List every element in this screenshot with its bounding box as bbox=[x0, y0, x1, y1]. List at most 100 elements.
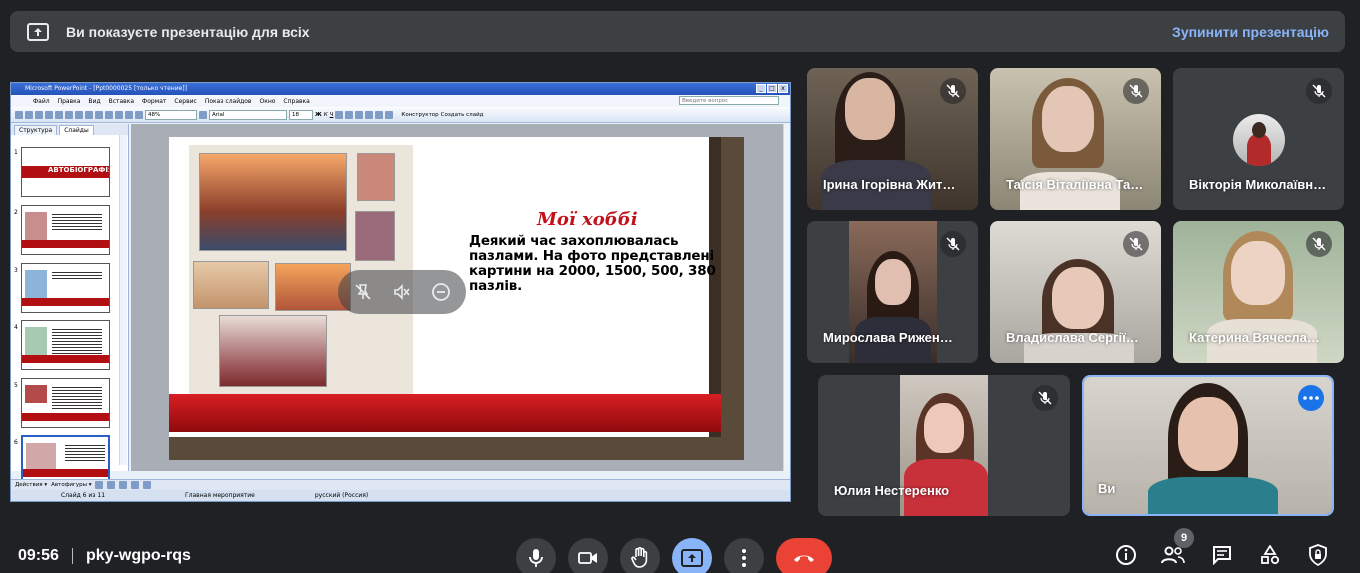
font-size-field: 18 bbox=[289, 109, 313, 120]
thumb-number: 2 bbox=[14, 209, 18, 216]
ppt-window-title: Microsoft PowerPoint - [Ppt0000025 [толь… bbox=[25, 85, 187, 92]
participant-count-badge: 9 bbox=[1174, 528, 1194, 548]
ppt-toolbar: 48% Arial 18 Ж К Ч Конструктор Создать с… bbox=[11, 107, 790, 123]
activities-icon[interactable] bbox=[1258, 543, 1282, 567]
mic-off-icon bbox=[940, 231, 966, 257]
chart-icon bbox=[125, 110, 133, 119]
participant-name: Владислава Сергії… bbox=[1006, 330, 1139, 345]
more-options-icon[interactable] bbox=[1298, 385, 1324, 411]
thumbnails-scrollbar bbox=[119, 135, 127, 465]
banner-message: Ви показуєте презентацію для всіх bbox=[66, 23, 310, 40]
pin-off-icon[interactable] bbox=[351, 280, 375, 304]
participant-name: Катерина Вячесла… bbox=[1189, 330, 1320, 345]
thumb-number: 3 bbox=[14, 267, 18, 274]
slide-title: Мої хоббі bbox=[537, 209, 638, 230]
participant-name: Мирослава Рижен… bbox=[823, 330, 953, 345]
paste-icon bbox=[95, 110, 103, 119]
self-tile[interactable]: Ви bbox=[1082, 375, 1334, 516]
menu-item-file: Файл bbox=[33, 97, 50, 105]
slide-thumbnails-pane: Структура Слайды 1 АВТОБІОГРАФІЯ 2 3 4 5… bbox=[11, 124, 129, 485]
camera-button[interactable] bbox=[568, 538, 608, 573]
designer-button: Конструктор bbox=[401, 111, 439, 118]
slide-red-band bbox=[169, 394, 721, 432]
ask-question-field: Введите вопрос bbox=[679, 96, 779, 105]
new-icon bbox=[15, 110, 23, 119]
menu-item-window: Окно bbox=[259, 97, 276, 105]
outline-tabs: Структура Слайды bbox=[11, 124, 128, 135]
list-icon bbox=[365, 110, 374, 119]
host-controls-icon[interactable] bbox=[1306, 543, 1330, 567]
raise-hand-button[interactable] bbox=[620, 538, 660, 573]
textbox-icon bbox=[131, 481, 140, 489]
cut-icon bbox=[75, 110, 83, 119]
undo-icon bbox=[105, 110, 113, 119]
presenting-banner: Ви показуєте презентацію для всіх Зупини… bbox=[10, 11, 1345, 52]
ppt-draw-toolbar: Действия ▾ Автофигуры ▾ bbox=[11, 479, 790, 490]
tab-slides: Слайды bbox=[59, 125, 94, 135]
maximize-icon: □ bbox=[767, 84, 777, 93]
mic-off-icon bbox=[1306, 78, 1332, 104]
participant-tile[interactable]: Катерина Вячесла… bbox=[1173, 221, 1344, 363]
tab-outline: Структура bbox=[14, 125, 58, 135]
bold-icon: Ж bbox=[315, 111, 322, 118]
participant-tile[interactable]: Юлия Нестеренко bbox=[818, 375, 1070, 516]
participant-tile[interactable]: Ірина Ігорівна Жит… bbox=[807, 68, 978, 210]
redo-icon bbox=[115, 110, 123, 119]
help-icon bbox=[199, 110, 207, 119]
status-slide-number: Слайд 6 из 11 bbox=[61, 492, 106, 499]
carnival-puzzle-image bbox=[357, 153, 395, 201]
japan-bridge-puzzle-image bbox=[219, 315, 327, 387]
line-icon bbox=[95, 481, 104, 489]
menu-item-format: Формат bbox=[142, 97, 167, 105]
leave-call-button[interactable] bbox=[776, 538, 832, 573]
slide-thumbnail bbox=[21, 263, 110, 313]
participant-tile[interactable]: Владислава Сергії… bbox=[990, 221, 1161, 363]
presentation-hover-controls bbox=[338, 270, 466, 314]
ppt-status-bar: Слайд 6 из 11 Главная мероприятие русски… bbox=[11, 490, 790, 501]
menu-item-view: Вид bbox=[88, 97, 101, 105]
align-right-icon bbox=[355, 110, 364, 119]
participant-name: Вікторія Миколаївн… bbox=[1189, 177, 1327, 192]
participant-tile[interactable]: Вікторія Миколаївн… bbox=[1173, 68, 1344, 210]
mic-button[interactable] bbox=[516, 538, 556, 573]
mic-off-icon bbox=[1032, 385, 1058, 411]
bottom-bar: 09:56 pky-wgpo-rqs bbox=[0, 530, 1360, 573]
menu-item-insert: Вставка bbox=[108, 97, 135, 105]
spell-icon bbox=[65, 110, 73, 119]
slide-thumbnail: АВТОБІОГРАФІЯ bbox=[21, 147, 110, 197]
font-color-icon bbox=[385, 110, 394, 119]
print-icon bbox=[45, 110, 53, 119]
participant-name: Ірина Ігорівна Жит… bbox=[823, 177, 956, 192]
thumb-number: 4 bbox=[14, 324, 18, 331]
underline-icon: Ч bbox=[329, 111, 334, 118]
slide-body-text: Деякий час захоплювалась пазлами. На фот… bbox=[469, 233, 716, 294]
save-icon bbox=[35, 110, 43, 119]
clock: 09:56 bbox=[18, 547, 59, 564]
avatar bbox=[1233, 114, 1285, 166]
present-button[interactable] bbox=[672, 538, 712, 573]
status-language: русский (Россия) bbox=[314, 492, 369, 499]
remove-from-view-icon[interactable] bbox=[429, 280, 453, 304]
slide-scrollbar bbox=[783, 124, 790, 471]
more-options-button[interactable] bbox=[724, 538, 764, 573]
thumb-title: АВТОБІОГРАФІЯ bbox=[48, 166, 110, 174]
volume-off-icon[interactable] bbox=[390, 280, 414, 304]
rectangle-icon bbox=[107, 481, 116, 489]
slide-thumbnail-selected bbox=[21, 435, 110, 485]
actions-menu: Действия ▾ bbox=[15, 482, 48, 488]
horses-puzzle-image bbox=[193, 261, 269, 309]
thumb-number: 6 bbox=[14, 439, 18, 446]
stop-presenting-button[interactable]: Зупинити презентацію bbox=[1172, 24, 1329, 40]
meeting-code: pky-wgpo-rqs bbox=[86, 547, 191, 564]
ppt-menu-bar: Файл Правка Вид Вставка Формат Сервис По… bbox=[11, 95, 790, 107]
chat-icon[interactable] bbox=[1210, 543, 1234, 567]
align-left-icon bbox=[335, 110, 344, 119]
new-slide-button: Создать слайд bbox=[440, 111, 484, 118]
participant-tile[interactable]: Таїсія Віталіївна Та… bbox=[990, 68, 1161, 210]
fill-color-icon bbox=[143, 481, 152, 489]
info-icon[interactable] bbox=[1114, 543, 1138, 567]
ppt-title-bar: Microsoft PowerPoint - [Ppt0000025 [толь… bbox=[11, 83, 790, 95]
italic-icon: К bbox=[323, 111, 328, 118]
present-to-all-icon bbox=[26, 20, 50, 44]
participant-tile[interactable]: Мирослава Рижен… bbox=[807, 221, 978, 363]
